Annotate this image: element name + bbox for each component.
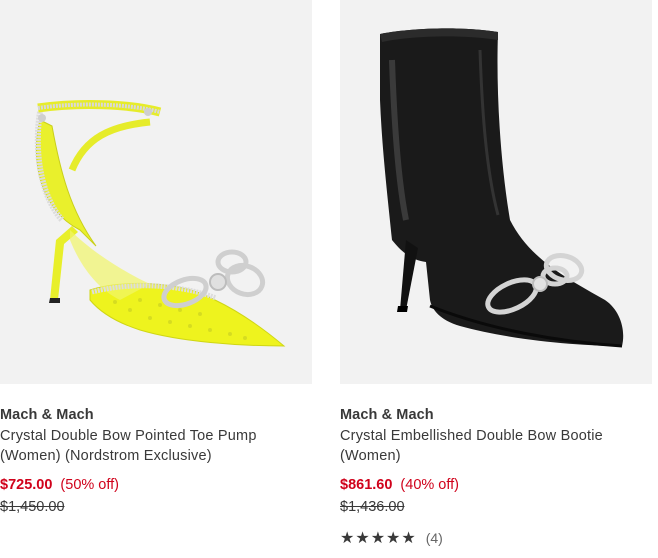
product-brand[interactable]: Mach & Mach: [0, 406, 312, 424]
yellow-pump-shoe-image: [34, 100, 286, 347]
star-rating: ★ ★ ★ ★ ★: [340, 530, 416, 546]
product-title-line1[interactable]: Crystal Double Bow Pointed Toe Pump: [0, 426, 312, 446]
star-icon: ★: [355, 528, 370, 547]
price-row: $725.00 (50% off): [0, 475, 312, 495]
product-card[interactable]: Mach & Mach Crystal Embellished Double B…: [340, 0, 652, 547]
original-price: $1,436.00: [340, 499, 405, 515]
price-row: $861.60 (40% off): [340, 475, 652, 495]
product-image-link[interactable]: [340, 0, 652, 384]
product-brand[interactable]: Mach & Mach: [340, 406, 652, 424]
product-title-line2[interactable]: (Women) (Nordstrom Exclusive): [0, 446, 312, 466]
star-icon: ★: [386, 528, 401, 547]
sale-price: $725.00: [0, 477, 53, 493]
star-icon: ★: [401, 528, 416, 547]
review-count[interactable]: (4): [426, 530, 443, 546]
product-title-line2[interactable]: (Women): [340, 446, 652, 466]
discount-percent: (50% off): [60, 477, 119, 493]
rating[interactable]: ★ ★ ★ ★ ★ (4): [340, 529, 652, 547]
original-price: $1,450.00: [0, 499, 65, 515]
discount-percent: (40% off): [400, 477, 459, 493]
product-image-link[interactable]: [0, 0, 312, 384]
product-card[interactable]: Mach & Mach Crystal Double Bow Pointed T…: [0, 0, 312, 517]
black-bootie-image: [380, 28, 624, 348]
sale-price: $861.60: [340, 477, 393, 493]
product-title-line1[interactable]: Crystal Embellished Double Bow Bootie: [340, 426, 652, 446]
star-icon: ★: [370, 528, 386, 547]
star-icon: ★: [340, 528, 355, 547]
